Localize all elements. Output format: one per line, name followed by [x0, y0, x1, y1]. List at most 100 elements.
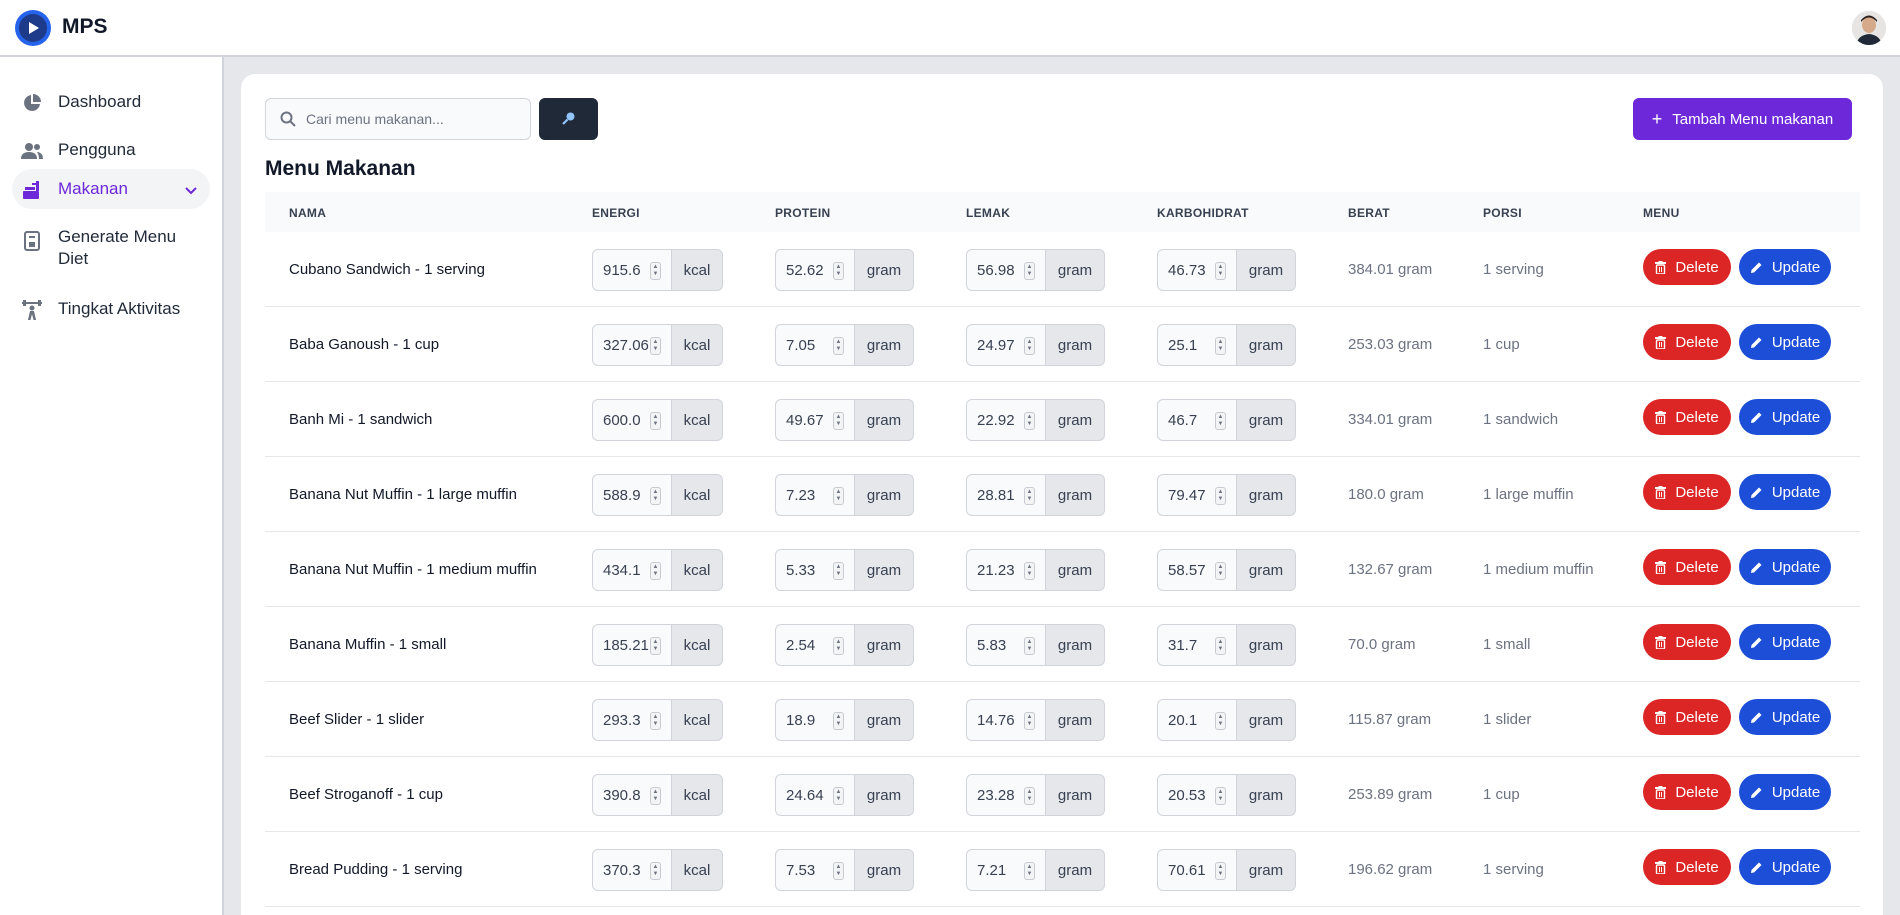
energi-input[interactable]: 327.06 ▲ ▼ — [592, 324, 672, 366]
lemak-input[interactable]: 5.83 ▲ ▼ — [966, 624, 1046, 666]
protein-input[interactable]: 7.23 ▲ ▼ — [775, 474, 855, 516]
karbohidrat-input[interactable]: 58.57 ▲ ▼ — [1157, 549, 1237, 591]
delete-button[interactable]: Delete — [1643, 774, 1731, 810]
spinner-icon[interactable]: ▲ ▼ — [1024, 412, 1035, 430]
spinner-icon[interactable]: ▲ ▼ — [1215, 262, 1226, 280]
spinner-icon[interactable]: ▲ ▼ — [833, 412, 844, 430]
lemak-input[interactable]: 21.23 ▲ ▼ — [966, 549, 1046, 591]
energi-input[interactable]: 434.1 ▲ ▼ — [592, 549, 672, 591]
protein-input[interactable]: 7.53 ▲ ▼ — [775, 849, 855, 891]
delete-button[interactable]: Delete — [1643, 474, 1731, 510]
energi-input[interactable]: 370.3 ▲ ▼ — [592, 849, 672, 891]
energi-input[interactable]: 915.6 ▲ ▼ — [592, 249, 672, 291]
update-button[interactable]: Update — [1739, 474, 1831, 510]
update-button[interactable]: Update — [1739, 774, 1831, 810]
spinner-icon[interactable]: ▲ ▼ — [1024, 637, 1035, 655]
sidebar-item-pengguna[interactable]: Pengguna — [12, 130, 210, 170]
chevron-down-icon[interactable] — [184, 181, 198, 201]
spinner-icon[interactable]: ▲ ▼ — [1215, 337, 1226, 355]
spinner-icon[interactable]: ▲ ▼ — [833, 787, 844, 805]
spinner-icon[interactable]: ▲ ▼ — [1215, 487, 1226, 505]
sidebar-item-generate-menu-diet[interactable]: Generate Menu Diet — [12, 226, 210, 274]
spinner-icon[interactable]: ▲ ▼ — [833, 712, 844, 730]
update-button[interactable]: Update — [1739, 699, 1831, 735]
karbohidrat-input[interactable]: 79.47 ▲ ▼ — [1157, 474, 1237, 516]
energi-input[interactable]: 185.21 ▲ ▼ — [592, 624, 672, 666]
logo-icon[interactable] — [15, 10, 51, 46]
spinner-icon[interactable]: ▲ ▼ — [650, 562, 661, 580]
protein-input[interactable]: 18.9 ▲ ▼ — [775, 699, 855, 741]
update-button[interactable]: Update — [1739, 549, 1831, 585]
spinner-icon[interactable]: ▲ ▼ — [1215, 562, 1226, 580]
lemak-input[interactable]: 23.28 ▲ ▼ — [966, 774, 1046, 816]
lemak-input[interactable]: 14.76 ▲ ▼ — [966, 699, 1046, 741]
spinner-icon[interactable]: ▲ ▼ — [1024, 562, 1035, 580]
spinner-icon[interactable]: ▲ ▼ — [650, 487, 661, 505]
energi-input[interactable]: 588.9 ▲ ▼ — [592, 474, 672, 516]
protein-input[interactable]: 7.05 ▲ ▼ — [775, 324, 855, 366]
protein-input[interactable]: 5.33 ▲ ▼ — [775, 549, 855, 591]
spinner-icon[interactable]: ▲ ▼ — [1215, 862, 1226, 880]
energi-input[interactable]: 390.8 ▲ ▼ — [592, 774, 672, 816]
delete-button[interactable]: Delete — [1643, 699, 1731, 735]
spinner-icon[interactable]: ▲ ▼ — [650, 337, 661, 355]
avatar[interactable] — [1852, 11, 1886, 45]
karbohidrat-input[interactable]: 31.7 ▲ ▼ — [1157, 624, 1237, 666]
spinner-icon[interactable]: ▲ ▼ — [1024, 862, 1035, 880]
spinner-icon[interactable]: ▲ ▼ — [1024, 712, 1035, 730]
protein-input[interactable]: 49.67 ▲ ▼ — [775, 399, 855, 441]
delete-button[interactable]: Delete — [1643, 249, 1731, 285]
spinner-icon[interactable]: ▲ ▼ — [650, 712, 661, 730]
spinner-icon[interactable]: ▲ ▼ — [650, 412, 661, 430]
update-button[interactable]: Update — [1739, 849, 1831, 885]
lemak-input[interactable]: 7.21 ▲ ▼ — [966, 849, 1046, 891]
spinner-icon[interactable]: ▲ ▼ — [650, 637, 661, 655]
update-button[interactable]: Update — [1739, 249, 1831, 285]
spinner-icon[interactable]: ▲ ▼ — [833, 562, 844, 580]
karbohidrat-input[interactable]: 70.61 ▲ ▼ — [1157, 849, 1237, 891]
energi-input[interactable]: 600.0 ▲ ▼ — [592, 399, 672, 441]
karbohidrat-input[interactable]: 20.53 ▲ ▼ — [1157, 774, 1237, 816]
delete-button[interactable]: Delete — [1643, 549, 1731, 585]
spinner-icon[interactable]: ▲ ▼ — [1215, 637, 1226, 655]
delete-button[interactable]: Delete — [1643, 624, 1731, 660]
lemak-input[interactable]: 28.81 ▲ ▼ — [966, 474, 1046, 516]
spinner-icon[interactable]: ▲ ▼ — [650, 262, 661, 280]
sidebar-item-tingkat-aktivitas[interactable]: Tingkat Aktivitas — [12, 289, 210, 329]
delete-button[interactable]: Delete — [1643, 399, 1731, 435]
spinner-icon[interactable]: ▲ ▼ — [650, 862, 661, 880]
spinner-icon[interactable]: ▲ ▼ — [833, 637, 844, 655]
spinner-icon[interactable]: ▲ ▼ — [833, 862, 844, 880]
lemak-input[interactable]: 24.97 ▲ ▼ — [966, 324, 1046, 366]
search-button[interactable] — [539, 98, 598, 140]
sidebar-item-makanan[interactable]: Makanan — [12, 169, 210, 209]
lemak-input[interactable]: 22.92 ▲ ▼ — [966, 399, 1046, 441]
karbohidrat-input[interactable]: 20.1 ▲ ▼ — [1157, 699, 1237, 741]
protein-input[interactable]: 52.62 ▲ ▼ — [775, 249, 855, 291]
spinner-icon[interactable]: ▲ ▼ — [1024, 262, 1035, 280]
update-button[interactable]: Update — [1739, 624, 1831, 660]
karbohidrat-input[interactable]: 46.7 ▲ ▼ — [1157, 399, 1237, 441]
spinner-icon[interactable]: ▲ ▼ — [833, 337, 844, 355]
lemak-input[interactable]: 56.98 ▲ ▼ — [966, 249, 1046, 291]
karbohidrat-input[interactable]: 25.1 ▲ ▼ — [1157, 324, 1237, 366]
energi-input[interactable]: 293.3 ▲ ▼ — [592, 699, 672, 741]
search-input[interactable] — [306, 111, 506, 127]
spinner-icon[interactable]: ▲ ▼ — [1024, 337, 1035, 355]
protein-input[interactable]: 24.64 ▲ ▼ — [775, 774, 855, 816]
spinner-icon[interactable]: ▲ ▼ — [1024, 787, 1035, 805]
karbohidrat-input[interactable]: 46.73 ▲ ▼ — [1157, 249, 1237, 291]
spinner-icon[interactable]: ▲ ▼ — [833, 262, 844, 280]
spinner-icon[interactable]: ▲ ▼ — [1024, 487, 1035, 505]
update-button[interactable]: Update — [1739, 399, 1831, 435]
sidebar-item-dashboard[interactable]: Dashboard — [12, 82, 210, 122]
delete-button[interactable]: Delete — [1643, 849, 1731, 885]
delete-button[interactable]: Delete — [1643, 324, 1731, 360]
protein-input[interactable]: 2.54 ▲ ▼ — [775, 624, 855, 666]
spinner-icon[interactable]: ▲ ▼ — [1215, 712, 1226, 730]
spinner-icon[interactable]: ▲ ▼ — [1215, 787, 1226, 805]
update-button[interactable]: Update — [1739, 324, 1831, 360]
spinner-icon[interactable]: ▲ ▼ — [650, 787, 661, 805]
spinner-icon[interactable]: ▲ ▼ — [1215, 412, 1226, 430]
spinner-icon[interactable]: ▲ ▼ — [833, 487, 844, 505]
